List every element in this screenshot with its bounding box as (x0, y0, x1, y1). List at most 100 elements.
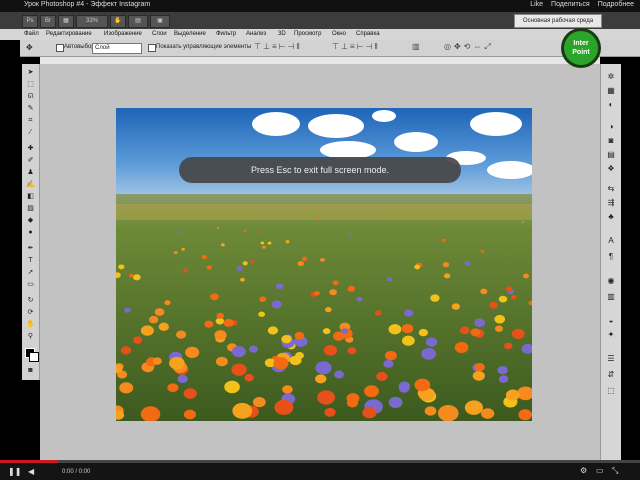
settings-icon[interactable]: ⚙ (580, 466, 587, 475)
history-icon[interactable]: A (605, 236, 617, 246)
flower (442, 262, 450, 268)
flower (240, 277, 245, 282)
channel-logo: Inter Point (561, 28, 601, 68)
color-panel-icon[interactable]: ✲ (605, 72, 617, 82)
quick-mask-icon[interactable]: ◙ (25, 366, 36, 375)
paragraph-icon[interactable]: ♣ (605, 212, 617, 222)
align-buttons-icon[interactable]: ⊤⊥≡⊢⊣‖ (254, 42, 302, 51)
background-color-swatch[interactable] (29, 352, 39, 362)
lasso-tool-icon[interactable]: ᘏ (25, 92, 36, 101)
volume-icon[interactable]: ◀ (28, 467, 34, 476)
histogram-icon[interactable]: ⇵ (605, 370, 617, 380)
hand-tool-icon[interactable]: ✋ (25, 320, 36, 329)
progress-bar[interactable] (0, 460, 640, 463)
auto-align-icon[interactable]: ▥ (412, 42, 420, 51)
type-tool-icon[interactable]: T (25, 256, 36, 265)
flower (421, 347, 437, 360)
flower (441, 238, 446, 242)
menu-analysis[interactable]: Анализ (246, 31, 266, 37)
flower (173, 251, 178, 255)
path-select-icon[interactable]: ➚ (25, 268, 36, 277)
eraser-icon[interactable]: ◧ (25, 192, 36, 201)
quick-select-icon[interactable]: ✎ (25, 104, 36, 113)
3d-rotate-icon[interactable]: ↻ (25, 296, 36, 305)
menu-layers[interactable]: Слои (152, 31, 167, 37)
zoom-tool-icon[interactable]: ⚲ (25, 332, 36, 341)
adjustments-icon[interactable]: ◑ (605, 122, 617, 132)
info-icon[interactable]: ☰ (605, 354, 617, 364)
screen-mode-icon[interactable]: ▣ (150, 15, 170, 28)
flower (214, 330, 227, 340)
flower (244, 373, 254, 382)
flower (275, 283, 284, 290)
flower (383, 359, 394, 368)
navigator-icon[interactable]: ⬚ (605, 386, 617, 396)
blur-icon[interactable]: ◆ (25, 216, 36, 225)
character-icon[interactable]: ⇶ (605, 198, 617, 208)
menu-select[interactable]: Выделение (174, 31, 206, 37)
workspace-button[interactable]: Основная рабочая среда (514, 14, 602, 28)
autoselect-dropdown[interactable]: Слой (92, 43, 142, 54)
paths-icon[interactable]: ⇆ (605, 184, 617, 194)
flower (443, 273, 451, 279)
dodge-icon[interactable]: ● (25, 228, 36, 237)
clone-stamp-icon[interactable]: ♟ (25, 168, 36, 177)
brushes-icon[interactable]: ◉ (605, 276, 617, 286)
eyedropper-icon[interactable]: ⁄ (25, 128, 36, 137)
zoom-level-select[interactable]: 33% (76, 15, 108, 28)
3d-mode-icons[interactable]: ◎✥⟲⇔⤢ (444, 42, 494, 52)
menu-image[interactable]: Изображение (104, 31, 142, 37)
menu-view[interactable]: Просмотр (294, 31, 321, 37)
menu-file[interactable]: Файл (24, 31, 39, 37)
actions-icon[interactable]: ¶ (605, 252, 617, 262)
flower (454, 341, 469, 353)
shape-tool-icon[interactable]: ▭ (25, 280, 36, 289)
video-title[interactable]: Урок Photoshop #4 - Эффект Instagram (24, 1, 150, 8)
menu-filter[interactable]: Фильтр (216, 31, 236, 37)
layers-icon[interactable]: ▤ (605, 150, 617, 160)
document-image[interactable] (116, 108, 532, 421)
menu-edit[interactable]: Редактирование (46, 31, 92, 37)
swatches-icon[interactable]: ▦ (605, 86, 617, 96)
bridge-icon[interactable]: Br (40, 15, 56, 28)
flower (480, 288, 488, 295)
notes-icon[interactable]: ✦ (605, 330, 617, 340)
arrange-docs-icon[interactable]: ▤ (128, 15, 148, 28)
move-tool-preset-icon[interactable]: ✥ (26, 43, 33, 52)
flower (215, 356, 228, 367)
more-button[interactable]: Подробнее (598, 1, 634, 8)
captions-icon[interactable]: ▭ (596, 466, 604, 475)
flower (459, 326, 470, 335)
hand-icon[interactable]: ✋ (110, 15, 126, 28)
gradient-icon[interactable]: ▨ (25, 204, 36, 213)
pen-tool-icon[interactable]: ✒ (25, 244, 36, 253)
clone-source-icon[interactable]: ▥ (605, 292, 617, 302)
fullscreen-exit-icon[interactable]: ⤡ (612, 466, 618, 476)
history-brush-icon[interactable]: ✍ (25, 180, 36, 189)
styles-icon[interactable]: ◐ (605, 100, 617, 110)
move-tool-icon[interactable]: ➤ (25, 68, 36, 77)
like-button[interactable]: Like (530, 1, 543, 8)
share-button[interactable]: Поделиться (551, 1, 590, 8)
brush-tool-icon[interactable]: ✐ (25, 156, 36, 165)
flower (216, 226, 220, 229)
marquee-tool-icon[interactable]: ⬚ (25, 80, 36, 89)
menu-help[interactable]: Справка (356, 31, 380, 37)
view-extras-icon[interactable]: ▦ (58, 15, 74, 28)
menu-3d[interactable]: 3D (278, 31, 286, 37)
distribute-buttons-icon[interactable]: ⊤⊥≡⊢⊣‖ (332, 42, 380, 51)
flower (282, 385, 293, 394)
pause-icon[interactable]: ❚❚ (8, 467, 21, 476)
flower (259, 296, 267, 303)
tool-presets-icon[interactable]: ◒ (605, 316, 617, 326)
crop-tool-icon[interactable]: ⌗ (25, 116, 36, 125)
masks-icon[interactable]: ◙ (605, 136, 617, 146)
menu-window[interactable]: Окно (332, 31, 346, 37)
flower (348, 233, 353, 237)
show-controls-checkbox[interactable] (148, 44, 156, 52)
3d-orbit-icon[interactable]: ⟳ (25, 308, 36, 317)
channels-icon[interactable]: ❖ (605, 164, 617, 174)
healing-brush-icon[interactable]: ✚ (25, 144, 36, 153)
flower (315, 361, 332, 375)
autoselect-checkbox[interactable] (56, 44, 64, 52)
